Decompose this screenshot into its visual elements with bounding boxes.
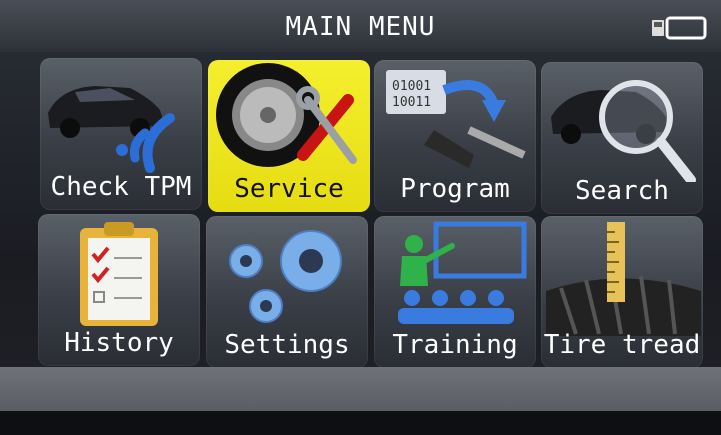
menu-label: Check TPM [50, 172, 192, 202]
menu-label: Service [234, 174, 344, 204]
menu-tire-tread[interactable]: Tire tread [541, 216, 703, 368]
classroom-icon [398, 221, 527, 324]
menu-label: History [64, 328, 174, 358]
menu-history[interactable]: History [38, 214, 200, 366]
gears-icon [229, 230, 342, 323]
menu-settings[interactable]: Settings [206, 216, 368, 368]
menu-label: Tire tread [543, 330, 701, 360]
title-bar: MAIN MENU [0, 0, 721, 52]
menu-label: Training [392, 330, 518, 360]
menu-label: Search [575, 176, 669, 206]
tire-tools-icon [216, 63, 357, 167]
page-title: MAIN MENU [285, 12, 436, 42]
menu-program[interactable]: 01001 10011 Program [374, 60, 536, 212]
car-signal-icon [48, 86, 175, 173]
tire-tread-ruler-icon [546, 222, 701, 336]
menu-check-tpm[interactable]: Check TPM [40, 58, 202, 210]
menu-training[interactable]: Training [374, 216, 536, 368]
device-bezel [0, 411, 721, 435]
menu-label: Program [400, 174, 510, 204]
svg-text:10011: 10011 [392, 95, 431, 110]
menu-search[interactable]: Search [541, 62, 703, 214]
clipboard-checklist-icon [80, 222, 158, 326]
menu-service[interactable]: Service [208, 60, 370, 212]
svg-text:01001: 01001 [392, 79, 431, 94]
magnifier-car-icon [551, 80, 696, 182]
menu-label: Settings [224, 330, 350, 360]
battery-icon [652, 16, 707, 40]
bottom-status-bar [0, 367, 721, 411]
main-menu-screen: MAIN MENU Check TPM Service 01001 10011 … [0, 0, 721, 435]
program-download-icon: 01001 10011 [386, 70, 526, 168]
